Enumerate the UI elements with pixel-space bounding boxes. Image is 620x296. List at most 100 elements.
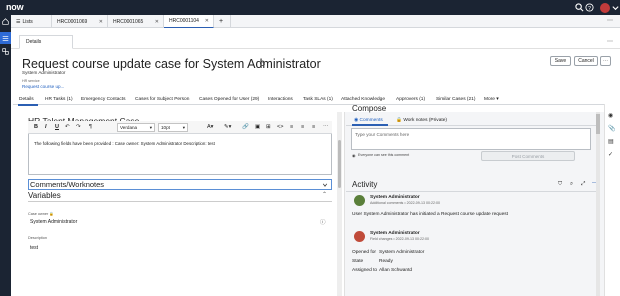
right-scrollbar[interactable] xyxy=(596,112,600,296)
expand-icon[interactable]: ⤢ xyxy=(581,181,585,188)
search-icon[interactable] xyxy=(575,3,584,12)
hr-service-link[interactable]: Request course up... xyxy=(22,84,64,89)
eye-icon[interactable]: ◉ xyxy=(608,112,613,119)
more-options-icon[interactable]: ⋯ xyxy=(607,38,613,45)
record-title: Request course update case for System Ad… xyxy=(22,57,321,71)
tab-hrc0001065[interactable]: HRC0001065 ✕ xyxy=(108,15,164,28)
align-left-icon[interactable]: ≡ xyxy=(290,124,293,130)
variables-title: Variables xyxy=(28,191,61,200)
font-size-select[interactable]: 10pt ▾ xyxy=(158,123,188,132)
divider xyxy=(346,191,596,192)
tab-lists[interactable]: ☰ Lists xyxy=(11,15,52,28)
align-right-icon[interactable]: ≡ xyxy=(312,124,315,130)
tab-work-notes[interactable]: 🔒 Work notes (Private) xyxy=(396,118,447,123)
tab-comments[interactable]: ◉ Comments xyxy=(354,118,383,123)
tab-task-slas[interactable]: Task SLAs (1) xyxy=(303,97,333,102)
tab-emergency-contacts[interactable]: Emergency Contacts xyxy=(81,97,126,102)
home-icon[interactable] xyxy=(2,18,9,25)
tab-more[interactable]: More ▾ xyxy=(484,97,499,102)
close-icon[interactable]: ✕ xyxy=(99,19,103,25)
tab-work-notes-label: Work notes (Private) xyxy=(403,118,447,123)
help-icon[interactable]: ? xyxy=(585,3,594,12)
tab-hrc0001069[interactable]: HRC0001069 ✕ xyxy=(52,15,108,28)
right-scrollbar-thumb[interactable] xyxy=(596,114,600,134)
close-icon[interactable]: ✕ xyxy=(155,19,159,25)
align-center-icon[interactable]: ≡ xyxy=(301,124,304,130)
activity-meta: Additional comments • 2022-09-13 00:22:0… xyxy=(370,201,440,205)
document-icon[interactable]: ▤ xyxy=(608,138,614,145)
highlight-icon[interactable]: ✎▾ xyxy=(224,124,231,130)
tab-label: HRC0001065 xyxy=(113,18,144,25)
activity-text: User System Administrator has initiated … xyxy=(352,212,508,217)
editor-content[interactable]: The following fields have been provided … xyxy=(34,141,215,146)
tab-similar-cases[interactable]: Similar Cases (21) xyxy=(436,97,475,102)
tab-interactions[interactable]: Interactions xyxy=(268,97,293,102)
record-subtitle: System Administrator xyxy=(22,70,66,75)
tab-cases-opened-for-user[interactable]: Cases Opened for User (29) xyxy=(199,97,259,102)
redo-icon[interactable]: ↷ xyxy=(76,124,81,130)
workspace-icon[interactable] xyxy=(2,48,9,55)
tab-approvers[interactable]: Approvers (1) xyxy=(396,97,425,102)
save-button[interactable]: Save xyxy=(550,56,571,66)
insert-icon[interactable]: ⊞ xyxy=(266,124,271,130)
tab-details[interactable]: Details xyxy=(19,97,34,102)
more-actions-button[interactable]: ⋯ xyxy=(600,56,611,66)
post-comments-button[interactable]: Post Comments xyxy=(481,151,575,161)
attachment-icon[interactable]: 📎 xyxy=(608,125,615,132)
check-icon[interactable]: ✓ xyxy=(608,151,613,158)
user-avatar[interactable] xyxy=(600,2,610,13)
comments-worknotes-header[interactable]: Comments/Worknotes xyxy=(28,179,332,190)
chevron-up-icon[interactable]: ⌃ xyxy=(322,191,327,198)
close-icon[interactable]: ✕ xyxy=(205,18,209,24)
more-tools-icon[interactable]: ⋯ xyxy=(323,124,329,130)
size-value: 10pt xyxy=(161,125,170,130)
tab-label: HRC0001069 xyxy=(57,18,88,25)
code-icon[interactable]: <> xyxy=(277,124,283,130)
active-tab-indicator xyxy=(18,104,38,106)
filter-icon[interactable]: ⛉ xyxy=(558,181,562,188)
image-icon[interactable]: ▣ xyxy=(255,124,260,130)
undo-icon[interactable]: ↶ xyxy=(65,124,70,130)
now-logo[interactable]: now xyxy=(6,2,24,12)
active-tab-indicator xyxy=(352,124,388,126)
tab-details[interactable]: Details xyxy=(19,35,73,49)
case-owner-label: Case owner 🔒 xyxy=(28,211,54,216)
tab-attached-knowledge[interactable]: Attached Knowledge xyxy=(341,97,385,102)
description-value[interactable]: test xyxy=(30,245,38,251)
top-navigation-bar xyxy=(0,0,620,15)
font-value: Verdana xyxy=(120,125,138,130)
search-icon[interactable]: ⌕ xyxy=(570,181,573,188)
link-icon[interactable]: 🔗 xyxy=(242,124,249,130)
tab-hrc0001104[interactable]: HRC0001104 ✕ xyxy=(164,15,214,28)
text-color-icon[interactable]: A▾ xyxy=(207,124,213,130)
font-family-select[interactable]: Verdana ▾ xyxy=(117,123,155,132)
refresh-icon[interactable] xyxy=(259,60,266,67)
list-icon[interactable] xyxy=(2,35,9,42)
underline-button[interactable]: U xyxy=(55,124,59,130)
activity-meta: Field changes • 2022-09-13 00:22:00 xyxy=(370,237,430,241)
info-icon[interactable]: ⓘ xyxy=(320,218,326,226)
tab-label: Lists xyxy=(22,18,33,25)
italic-button[interactable]: I xyxy=(45,124,47,130)
activity-title: Activity xyxy=(352,180,378,189)
case-owner-value[interactable]: System Administrator xyxy=(30,219,77,225)
cancel-button[interactable]: Cancel xyxy=(574,56,598,66)
bold-button[interactable]: B xyxy=(34,124,38,130)
paragraph-icon[interactable]: ¶ xyxy=(89,124,92,130)
chevron-down-icon[interactable] xyxy=(611,3,620,12)
more-options-icon[interactable]: ⋯ xyxy=(607,17,613,24)
field-label: Opened for xyxy=(352,250,377,255)
caret-down-icon: ▾ xyxy=(182,124,185,130)
left-scrollbar-thumb[interactable] xyxy=(338,140,341,188)
add-tab-button[interactable]: + xyxy=(214,15,231,28)
subtab-bar xyxy=(11,35,620,49)
svg-text:?: ? xyxy=(588,6,591,12)
caret-down-icon: ▾ xyxy=(496,97,499,102)
field-value: System Administrator xyxy=(379,250,425,255)
chevron-down-icon[interactable] xyxy=(322,182,328,188)
tab-cases-for-subject-person[interactable]: Cases for Subject Person xyxy=(135,97,189,102)
compose-title: Compose xyxy=(352,104,387,113)
hr-service-label: HR service xyxy=(22,79,40,83)
caret-down-icon: ▾ xyxy=(149,124,152,130)
tab-hr-tasks[interactable]: HR Tasks (1) xyxy=(45,97,73,102)
